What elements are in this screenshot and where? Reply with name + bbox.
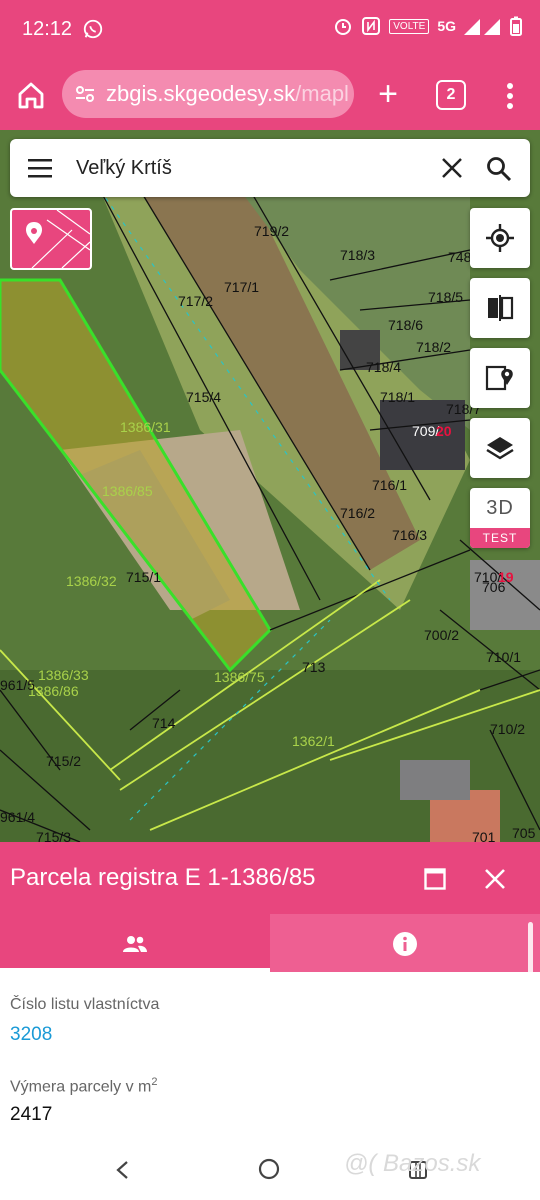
parcel-label: 715/3 [36,829,71,842]
nfc-icon [362,17,381,35]
alarm-icon [335,19,352,35]
parcel-label: 706 [482,579,506,595]
ownership-sheet-label: Číslo listu vlastníctva [10,996,160,1013]
parcel-label: 701 [472,829,496,842]
tab-owners[interactable] [0,914,270,972]
parcel-label: 719/2 [254,223,289,239]
people-icon [123,936,147,952]
google-maps-button[interactable] [470,348,530,408]
new-tab-icon[interactable]: + [372,77,404,111]
compare-maps-button[interactable] [470,278,530,338]
parcel-area-unit-sup: 2 [151,1076,158,1088]
parcel-panel-title: Parcela registra E 1-1386/85 [10,864,316,891]
search-input[interactable]: Veľký Krtíš [76,157,172,180]
parcel-label: 718/1 [380,389,415,405]
parcel-label: 1386/75 [214,669,265,685]
back-icon[interactable] [114,1160,132,1180]
status-bar: 12:12 VOLTE 5G [0,0,540,62]
volte-icon: VOLTE [389,18,430,34]
parcel-label: 718/4 [366,359,401,375]
parcel-label: 1386/85 [102,483,153,499]
ownership-sheet-link[interactable]: 3208 [10,1024,52,1046]
house-roof-south [400,760,470,800]
parcel-label: 718/6 [388,317,423,333]
parcel-label: 1362/1 [292,733,335,749]
url-domain: zbgis.skgeodesy.sk [106,81,296,106]
3d-label: 3D [486,497,514,519]
parcel-details: Číslo listu vlastníctva 3208 Výmera parc… [0,972,540,1130]
parcel-label: 716/2 [340,505,375,521]
parcel-area-value: 2417 [10,1104,53,1125]
parcel-label: 961/4 [0,809,35,825]
address-bar[interactable]: zbgis.skgeodesy.sk/mapl [62,70,354,118]
parcel-label: 715/1 [126,569,161,585]
parcel-label: 715/4 [186,389,221,405]
whatsapp-icon [83,19,103,39]
status-icons: VOLTE 5G [333,16,522,36]
status-time: 12:12 [22,18,73,40]
parcel-label: 705 [512,825,536,841]
locate-me-button[interactable] [470,208,530,268]
parcel-label: 716/3 [392,527,427,543]
layers-icon [486,437,514,460]
parcel-label: 718/2 [416,339,451,355]
home-icon[interactable] [16,80,46,110]
url-path: /mapl [295,81,349,106]
parcel-label: 1386/31 [120,419,171,435]
parcel-area-label: Výmera parcely v m2 [10,1076,158,1096]
site-settings-icon[interactable] [74,83,96,105]
map-pin-icon [485,365,513,391]
bazos-watermark: @( Bazos.sk [344,1150,481,1177]
parcel-label: 713 [302,659,326,675]
compare-icon [488,295,514,321]
my-location-icon [486,224,514,252]
parcel-label: 710/2 [490,721,525,737]
test-badge: TEST [470,528,530,548]
info-icon [393,932,417,956]
parcel-label: 718/5 [428,289,463,305]
5g-icon: 5G [437,18,456,34]
clear-search-icon[interactable] [440,156,464,180]
parcel-label: 1386/32 [66,573,117,589]
layers-button[interactable] [470,418,530,478]
parcel-area-label-text: Výmera parcely v m [10,1078,152,1096]
home-nav-icon[interactable] [258,1158,280,1180]
panel-tabs [0,914,540,972]
basemap-switcher-thumbnail[interactable] [10,208,92,270]
tab-info[interactable] [270,914,540,972]
parcel-label: 717/1 [224,279,259,295]
parcel-label: 714 [152,715,176,731]
search-icon[interactable] [486,156,512,182]
battery-icon [510,16,522,36]
parcel-panel-header: Parcela registra E 1-1386/85 [0,842,540,914]
parcel-label: 1386/33 [38,667,89,683]
3d-test-button[interactable]: 3D TEST [470,488,530,548]
cadastre-map-icon [26,210,90,268]
signal-icon [464,19,500,35]
parcel-label: 718/3 [340,247,375,263]
map-search-bar[interactable]: Veľký Krtíš [10,139,530,197]
parcel-label: 961/5 [0,677,35,693]
parcel-label: 1386/86 [28,683,79,699]
parcel-label: 710/1 [486,649,521,665]
tab-switcher-button[interactable]: 2 [436,80,466,110]
browser-toolbar: zbgis.skgeodesy.sk/mapl + 2 [0,62,540,130]
parcel-label: 715/2 [46,753,81,769]
more-menu-icon[interactable] [498,80,522,112]
parcel-label: 20 [436,423,452,439]
parcel-label: 748 [448,249,472,265]
parcel-label: 700/2 [424,627,459,643]
hamburger-menu-icon[interactable] [28,157,52,179]
maximize-icon[interactable] [424,868,446,890]
url-text: zbgis.skgeodesy.sk/mapl [106,81,349,107]
parcel-label: 717/2 [178,293,213,309]
close-icon[interactable] [484,868,506,890]
parcel-label: 716/1 [372,477,407,493]
